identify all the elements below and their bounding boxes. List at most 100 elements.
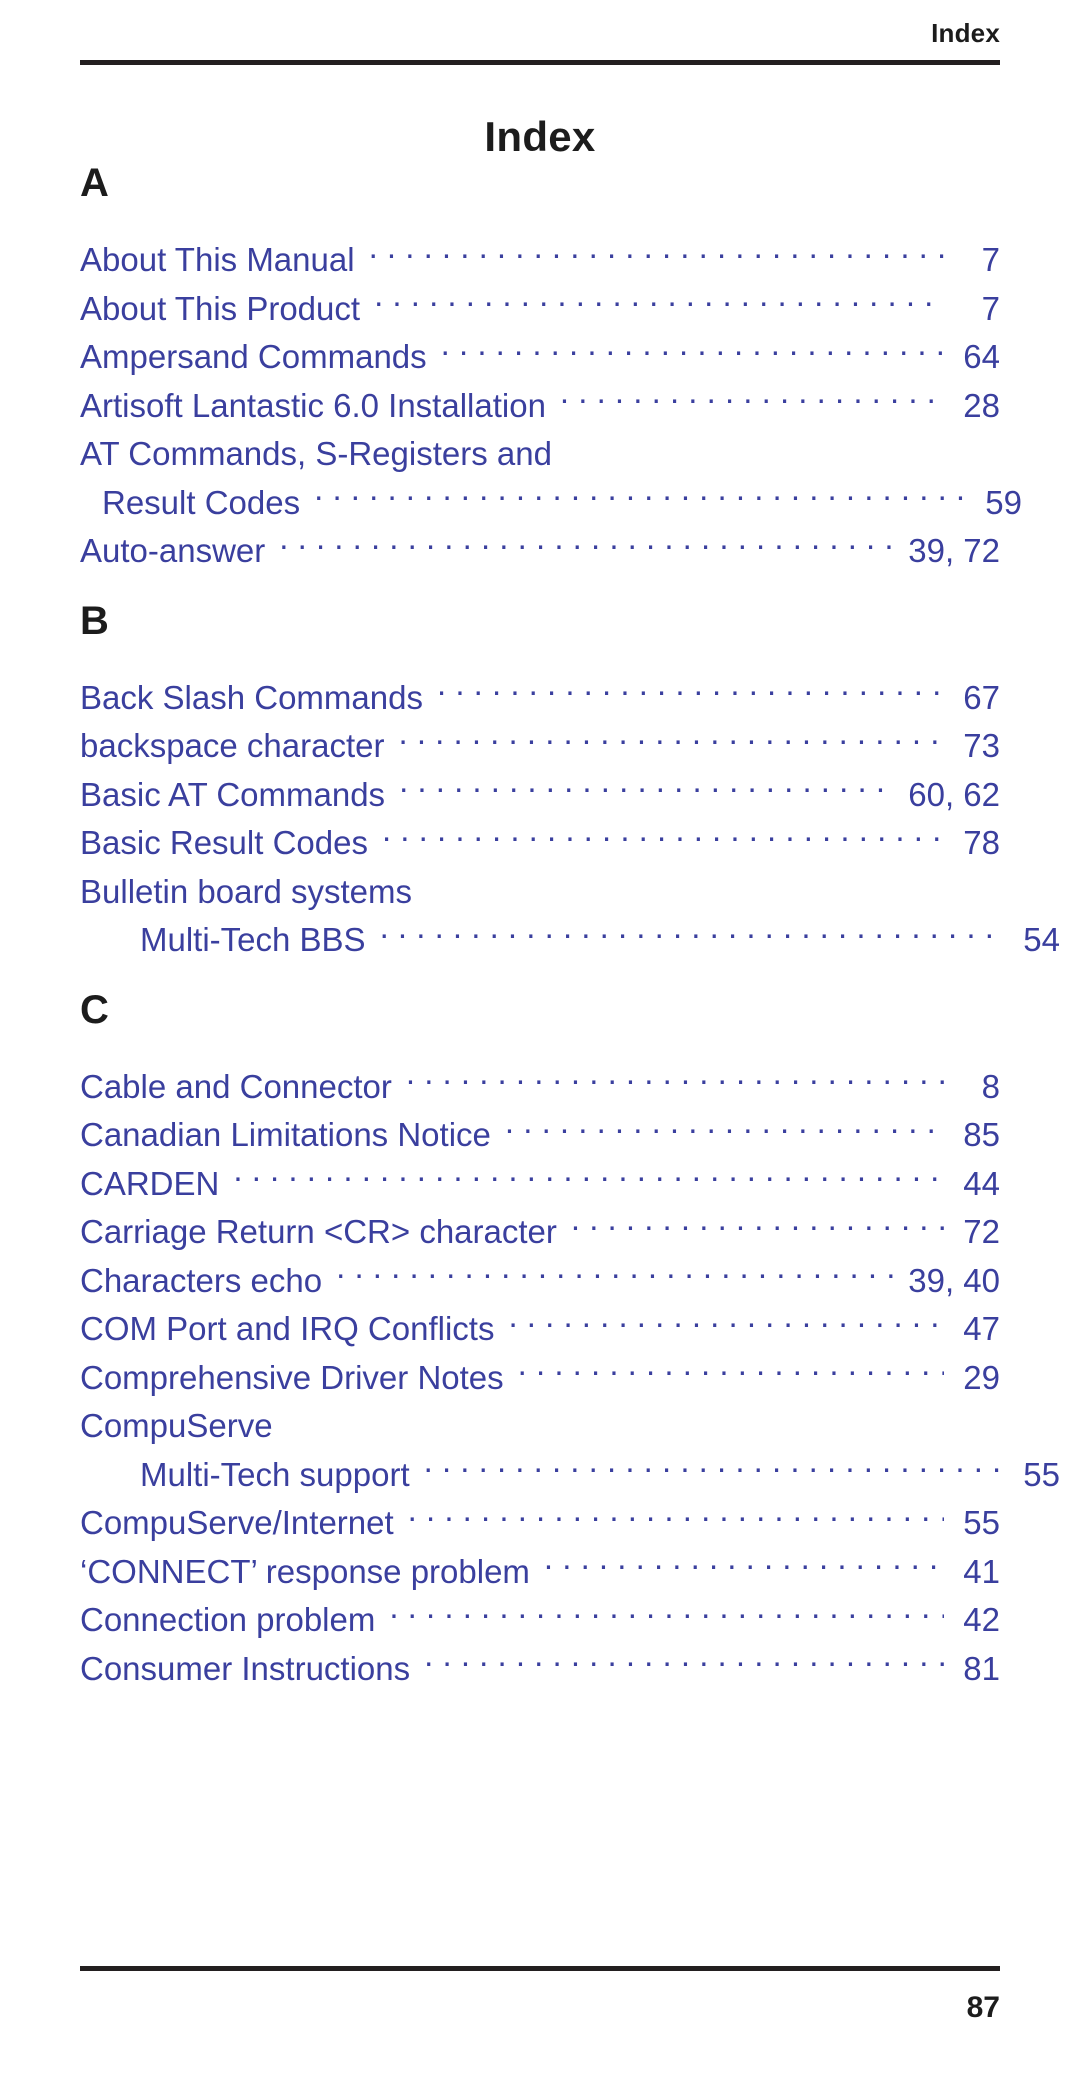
index-entry[interactable]: Consumer Instructions 81	[80, 1645, 1000, 1694]
index-entry-leader-dots	[382, 821, 944, 854]
index-entry-label: Carriage Return <CR> character	[80, 1213, 557, 1250]
index-entry-page-numbers[interactable]: 54	[1004, 916, 1060, 965]
index-entry-label: AT Commands, S-Registers and	[80, 435, 552, 472]
index-entry[interactable]: About This Product 7	[80, 285, 1000, 334]
index-entry-label: Bulletin board systems	[80, 872, 412, 910]
index-entry-list: Cable and Connector8Canadian Limitations…	[80, 1063, 1060, 1694]
index-entry[interactable]: COM Port and IRQ Conflicts 47	[80, 1305, 1000, 1354]
index-entry[interactable]: Comprehensive Driver Notes 29	[80, 1354, 1000, 1403]
index-entry-page-numbers[interactable]: 55	[1004, 1451, 1060, 1500]
index-entry-leader-dots	[314, 481, 966, 514]
index-entry[interactable]: Auto-answer 39, 72	[80, 527, 1000, 576]
index-entry-label: Canadian Limitations Notice	[80, 1116, 491, 1153]
index-entry-page-numbers[interactable]: 73	[944, 722, 1000, 771]
index-entry-label: Multi-Tech BBS	[140, 921, 366, 958]
index-entry-label: Artisoft Lantastic 6.0 Installation	[80, 386, 546, 424]
index-entry-page-numbers[interactable]: 44	[944, 1160, 1000, 1209]
index-entry-page-numbers[interactable]: 39, 40	[894, 1257, 1000, 1306]
index-entry-label: Consumer Instructions	[80, 1649, 411, 1687]
index-entry-label: Comprehensive Driver Notes	[80, 1358, 504, 1396]
index-entry-page-numbers[interactable]: 85	[944, 1111, 1000, 1160]
index-entry[interactable]: Basic Result Codes 78	[80, 819, 1000, 868]
index-entry[interactable]: CompuServe/Internet 55	[80, 1499, 1000, 1548]
index-entry-leader-dots	[389, 1598, 944, 1631]
index-entry-label: Basic Result Codes	[80, 824, 368, 861]
page-footer: 87	[80, 1990, 1000, 2026]
index-entry-leader-dots	[369, 238, 944, 271]
index-entry-page-numbers[interactable]: 8	[944, 1063, 1000, 1112]
section-letter: A	[80, 161, 109, 205]
index-entry-leader-dots	[571, 1210, 944, 1243]
index-entry-label: backspace character	[80, 727, 385, 764]
index-entry-label: COM Port and IRQ Conflicts	[80, 1310, 495, 1347]
index-entry[interactable]: About This Manual 7	[80, 236, 1000, 285]
index-entry-list: About This Manual7About This Product7Amp…	[80, 236, 1022, 576]
index-section-c: CCable and Connector8Canadian Limitation…	[80, 965, 1060, 1694]
index-entry-leader-dots	[437, 676, 944, 709]
index-entry-label: ‘CONNECT’ response problem	[80, 1552, 530, 1590]
page-title: Index	[484, 113, 596, 161]
index-entry[interactable]: Multi-Tech support 55	[80, 1451, 1060, 1500]
index-entry[interactable]: ‘CONNECT’ response problem 41	[80, 1548, 1000, 1597]
index-entry-page-numbers[interactable]: 42	[944, 1596, 1000, 1645]
index-entry-page-numbers[interactable]: 41	[944, 1548, 1000, 1597]
index-entry-label: About This Manual	[80, 241, 355, 278]
index-page: Index Index AAbout This Manual7About Thi…	[0, 0, 1080, 2082]
index-entry-list: Back Slash Commands67backspace character…	[80, 674, 1060, 965]
index-entry-leader-dots	[380, 918, 1004, 951]
index-entry[interactable]: Basic AT Commands 60, 62	[80, 771, 1000, 820]
index-entry-page-numbers[interactable]: 81	[944, 1645, 1000, 1694]
index-entry[interactable]: AT Commands, S-Registers and	[80, 430, 1000, 479]
index-entry[interactable]: CompuServe	[80, 1402, 1000, 1451]
index-entry[interactable]: Carriage Return <CR> character 72	[80, 1208, 1000, 1257]
index-entry[interactable]: backspace character 73	[80, 722, 1000, 771]
section-letter: C	[80, 987, 109, 1032]
index-entry[interactable]: Back Slash Commands 67	[80, 674, 1000, 723]
index-entry[interactable]: Cable and Connector 8	[80, 1063, 1000, 1112]
index-entry-leader-dots	[408, 1501, 944, 1534]
index-entry-page-numbers[interactable]: 29	[944, 1354, 1000, 1403]
index-entry[interactable]: Result Codes 59	[80, 479, 1022, 528]
index-entry-page-numbers[interactable]: 47	[944, 1305, 1000, 1354]
index-entry-page-numbers[interactable]: 64	[944, 333, 1000, 382]
index-entry-page-numbers[interactable]: 39, 72	[894, 527, 1000, 576]
index-entry-page-numbers[interactable]: 78	[944, 819, 1000, 868]
index-entry-label: Result Codes	[102, 483, 301, 521]
running-header: Index	[80, 18, 1000, 62]
index-entry-page-numbers[interactable]: 7	[944, 236, 1000, 285]
index-entry-page-numbers[interactable]: 28	[944, 382, 1000, 431]
index-entry-label: Characters echo	[80, 1261, 323, 1299]
index-entry[interactable]: Ampersand Commands 64	[80, 333, 1000, 382]
index-entry-leader-dots	[518, 1356, 944, 1389]
index-entry-label: Cable and Connector	[80, 1067, 392, 1105]
index-entry-page-numbers[interactable]: 59	[966, 479, 1022, 528]
index-entry-page-numbers[interactable]: 7	[944, 285, 1000, 334]
index-entry[interactable]: Canadian Limitations Notice 85	[80, 1111, 1000, 1160]
index-entry-label: CompuServe/Internet	[80, 1504, 394, 1541]
index-entry-label: Multi-Tech support	[140, 1455, 410, 1493]
index-section-a: AAbout This Manual7About This Product7Am…	[80, 160, 1022, 576]
index-entry-leader-dots	[279, 529, 894, 562]
index-entry-leader-dots	[399, 773, 894, 806]
index-entry[interactable]: Multi-Tech BBS 54	[80, 916, 1060, 965]
index-entry[interactable]: Characters echo 39, 40	[80, 1257, 1000, 1306]
index-entry-page-numbers[interactable]: 72	[944, 1208, 1000, 1257]
index-entry-label: Connection problem	[80, 1601, 376, 1638]
index-entry-page-numbers[interactable]: 67	[944, 674, 1000, 723]
index-entry[interactable]: Bulletin board systems	[80, 868, 1000, 917]
index-entry-leader-dots	[399, 724, 945, 757]
index-entry-label: CARDEN	[80, 1164, 220, 1202]
index-entry-page-numbers[interactable]: 60, 62	[894, 771, 1000, 820]
index-entry-label: About This Product	[80, 289, 361, 327]
index-entry[interactable]: CARDEN 44	[80, 1160, 1000, 1209]
index-entry[interactable]: Connection problem 42	[80, 1596, 1000, 1645]
index-entry-leader-dots	[505, 1113, 944, 1146]
index-entry-page-numbers[interactable]: 55	[944, 1499, 1000, 1548]
footer-page-number: 87	[966, 1991, 1000, 2024]
index-entry-leader-dots	[544, 1550, 944, 1583]
index-entry-leader-dots	[424, 1647, 944, 1680]
index-entry-leader-dots	[406, 1065, 944, 1098]
index-entry[interactable]: Artisoft Lantastic 6.0 Installation 28	[80, 382, 1000, 431]
index-entry-leader-dots	[560, 384, 944, 417]
index-entry-leader-dots	[441, 335, 944, 368]
